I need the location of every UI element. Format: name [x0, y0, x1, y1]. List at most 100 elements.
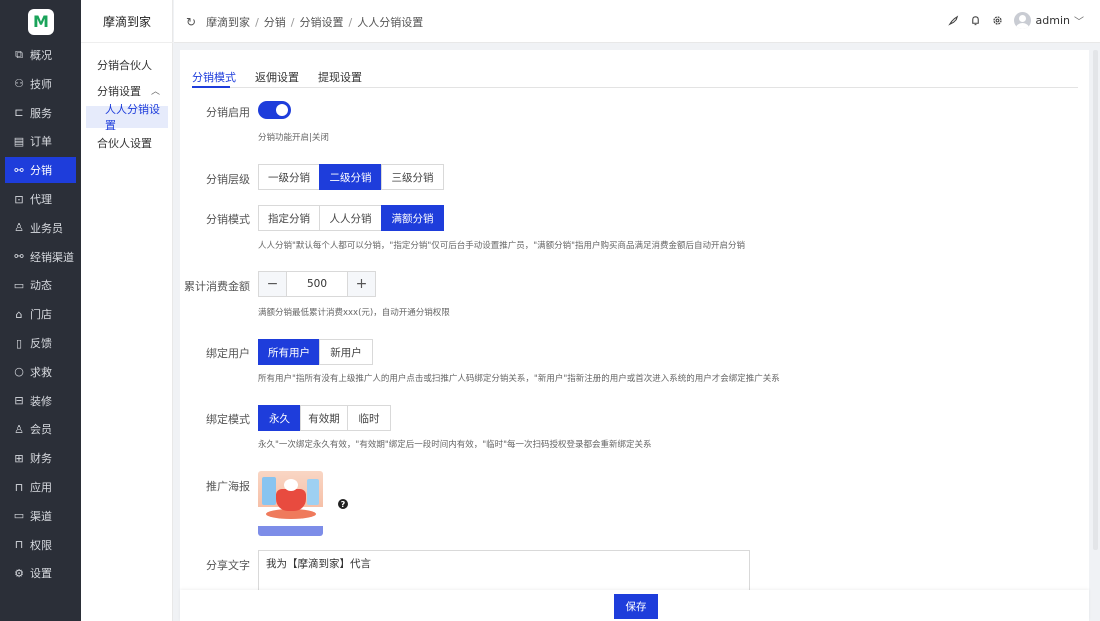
tab-withdraw[interactable]: 提现设置 — [318, 69, 362, 85]
bind-mode-option-permanent[interactable]: 永久 — [258, 405, 301, 431]
poster-image[interactable] — [258, 471, 323, 536]
rail-item-17[interactable]: ⊓ 权限 — [5, 532, 76, 558]
rail-item-3[interactable]: ▤ 订单 — [5, 128, 76, 154]
brand-title: 摩滴到家 — [81, 0, 173, 43]
rail-item-14[interactable]: ⊞ 财务 — [5, 445, 76, 471]
avatar[interactable] — [1013, 12, 1031, 29]
rail-item-label: 权限 — [30, 538, 52, 552]
level-option-1[interactable]: 一级分销 — [258, 164, 320, 190]
rail-item-13[interactable]: ♙ 会员 — [5, 416, 76, 442]
member-icon: ♙ — [14, 422, 24, 436]
save-button[interactable]: 保存 — [614, 594, 658, 619]
subnav-item-partner[interactable]: 分销合伙人 — [86, 54, 168, 76]
bind-user-hint: 所有用户"指所有没有上级推广人的用户点击或扫推广人码绑定分销关系，"新用户"指新… — [258, 374, 780, 384]
amount-hint: 满额分销最低累计消费xxx(元)，自动开通分销权限 — [258, 308, 450, 318]
rail-item-label: 反馈 — [30, 337, 52, 350]
rail-item-7[interactable]: ⚯ 经销渠道 — [5, 244, 76, 270]
rail-item-15[interactable]: ⊓ 应用 — [5, 474, 76, 500]
bind-mode-option-period[interactable]: 有效期 — [300, 405, 348, 431]
level-option-2[interactable]: 二级分销 — [319, 164, 382, 190]
top-actions: admin ﹀ — [940, 12, 1084, 29]
enable-label: 分销启用 — [206, 106, 250, 119]
rail-item-9[interactable]: ⌂ 门店 — [5, 301, 76, 327]
chevron-down-icon[interactable]: ﹀ — [1074, 13, 1084, 28]
breadcrumb-item[interactable]: 分销设置 — [300, 14, 344, 30]
decrement-button[interactable]: − — [259, 272, 286, 296]
lock-icon: ⊓ — [14, 538, 24, 552]
book-icon: ▯ — [15, 336, 23, 350]
bind-user-option-new[interactable]: 新用户 — [319, 339, 373, 365]
rail-item-label: 会员 — [30, 423, 52, 437]
breadcrumb-item[interactable]: 摩滴到家 — [206, 14, 250, 30]
share-text-label: 分享文字 — [206, 559, 250, 572]
rail-item-16[interactable]: ▭ 渠道 — [5, 503, 76, 529]
bind-mode-hint: 永久"一次绑定永久有效，"有效期"绑定后一段时间内有效，"临时"每一次扫码授权登… — [258, 440, 652, 450]
amount-input[interactable]: 500 — [286, 272, 348, 296]
rail-item-8[interactable]: ▭ 动态 — [5, 272, 76, 298]
people-icon: ⚇ — [14, 77, 24, 91]
tab-indicator — [192, 86, 230, 88]
mode-selector: 指定分销 人人分销 满额分销 — [258, 205, 444, 231]
gear-icon[interactable] — [990, 13, 1006, 29]
rail-item-18[interactable]: ⚙ 设置 — [5, 560, 76, 586]
rail-item-label: 门店 — [30, 308, 52, 322]
subnav-item-partner-settings[interactable]: 合伙人设置 — [86, 132, 168, 154]
decor-icon: ⊟ — [14, 394, 24, 408]
rail-item-label: 代理 — [30, 193, 52, 206]
rail-item-10[interactable]: ▯ 反馈 — [5, 330, 76, 356]
rail-item-2[interactable]: ⊏ 服务 — [5, 100, 76, 126]
rail-item-label: 装修 — [30, 394, 52, 408]
rail-item-label: 业务员 — [30, 221, 63, 235]
subnav-item-settings[interactable]: 分销设置 ︿ — [86, 80, 168, 102]
distribution-icon: ⚯ — [14, 163, 24, 177]
rail-item-11[interactable]: ○ 求救 — [5, 359, 76, 385]
rail-item-6[interactable]: ♙ 业务员 — [5, 215, 76, 241]
mode-option-threshold[interactable]: 满额分销 — [381, 205, 444, 231]
rail-item-label: 应用 — [30, 481, 52, 494]
breadcrumb-current: 人人分销设置 — [357, 16, 424, 29]
app-icon: ⊓ — [14, 480, 24, 494]
breadcrumb-item[interactable]: 分销 — [264, 14, 286, 30]
rail-item-4[interactable]: ⚯ 分销 — [5, 157, 76, 184]
rail-item-label: 分销 — [30, 164, 52, 178]
enable-toggle[interactable] — [258, 101, 291, 119]
top-bar: ↻ 摩滴到家 / 分销 / 分销设置 / 人人分销设置 admin ﹀ — [174, 0, 1100, 43]
order-icon: ▤ — [13, 134, 25, 148]
bind-mode-label: 绑定模式 — [206, 413, 250, 426]
mode-option-assigned[interactable]: 指定分销 — [258, 205, 320, 231]
circle-icon: ○ — [14, 365, 24, 379]
user-name[interactable]: admin — [1036, 14, 1070, 27]
bag-icon: ⊏ — [14, 106, 24, 120]
level-selector: 一级分销 二级分销 三级分销 — [258, 164, 444, 190]
rocket-icon[interactable] — [946, 13, 962, 29]
bind-mode-option-temporary[interactable]: 临时 — [347, 405, 391, 431]
amount-label: 累计消费金额 — [184, 280, 250, 293]
rail-item-5[interactable]: ⊡ 代理 — [5, 186, 76, 212]
breadcrumb: ↻ 摩滴到家 / 分销 / 分销设置 / 人人分销设置 — [186, 14, 424, 30]
channel-icon: ⚯ — [14, 250, 24, 264]
level-label: 分销层级 — [206, 173, 250, 186]
rail-item-label: 订单 — [30, 135, 52, 149]
tab-distribution-mode[interactable]: 分销模式 — [192, 69, 236, 85]
bind-user-option-all[interactable]: 所有用户 — [258, 339, 320, 365]
rail-item-12[interactable]: ⊟ 装修 — [5, 388, 76, 414]
subnav-item-everyone-settings[interactable]: 人人分销设置 — [86, 103, 168, 132]
footer-bar: 保存 — [180, 590, 1089, 621]
mode-option-everyone[interactable]: 人人分销 — [319, 205, 382, 231]
help-icon[interactable]: ? — [338, 499, 348, 509]
rail-item-1[interactable]: ⚇ 技师 — [5, 71, 76, 97]
rail-item-0[interactable]: ⧉ 概况 — [5, 42, 76, 68]
rail-item-label: 技师 — [30, 77, 52, 91]
app-logo[interactable]: M — [28, 9, 54, 35]
rail-item-label: 动态 — [30, 279, 52, 293]
bell-icon[interactable] — [968, 13, 984, 29]
tab-commission[interactable]: 返佣设置 — [255, 69, 299, 85]
refresh-icon[interactable]: ↻ — [186, 15, 196, 29]
rail-item-label: 设置 — [30, 567, 52, 581]
tab-bar: 分销模式 返佣设置 提现设置 — [192, 66, 1078, 88]
increment-button[interactable]: + — [348, 272, 375, 296]
level-option-3[interactable]: 三级分销 — [381, 164, 444, 190]
bind-mode-selector: 永久 有效期 临时 — [258, 405, 391, 431]
user-icon: ♙ — [14, 221, 24, 235]
scrollbar[interactable] — [1093, 50, 1098, 550]
